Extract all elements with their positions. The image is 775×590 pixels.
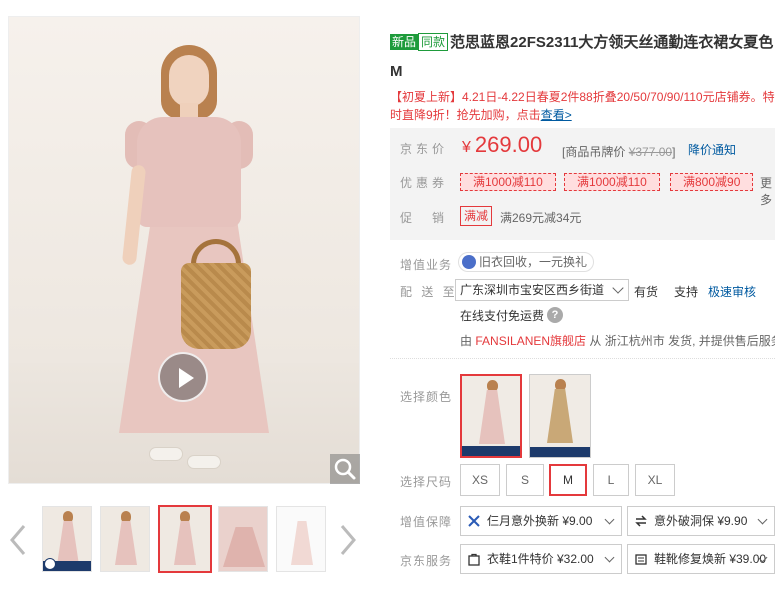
chevron-down-icon xyxy=(612,282,624,294)
guarantee-option-2-text: 意外破洞保 ¥9.90 xyxy=(654,514,748,528)
address-text: 广东深圳市宝安区西乡街道 xyxy=(460,283,605,297)
shopping-bag-icon xyxy=(468,553,480,566)
tools-icon xyxy=(468,515,480,527)
main-product-image[interactable] xyxy=(8,16,360,484)
swap-icon xyxy=(635,515,647,527)
ref-price-prefix: [商品吊牌价 xyxy=(562,145,626,159)
recycle-icon xyxy=(462,255,476,269)
size-option-xs[interactable]: XS xyxy=(460,464,500,496)
ship-from-suffix: 从 浙江杭州市 发货, 并提供售后服务 xyxy=(589,334,775,348)
size-option-l[interactable]: L xyxy=(593,464,629,496)
model-face xyxy=(169,55,209,107)
size-option-xl[interactable]: XL xyxy=(635,464,675,496)
promo-text: 【初夏上新】4.21日-4.22日春夏2件88折叠20/50/70/90/110… xyxy=(390,90,775,104)
divider xyxy=(390,358,775,359)
promotion-label: 促 销 xyxy=(400,211,449,225)
guarantee-label: 增值保障 xyxy=(400,515,453,529)
jd-service-label: 京东服务 xyxy=(400,554,453,568)
jd-service-option-2-text: 鞋靴修复焕新 ¥39.00 xyxy=(654,552,767,566)
jd-service-option-1[interactable]: 衣鞋1件特价 ¥32.00 xyxy=(460,544,622,574)
play-icon[interactable] xyxy=(158,352,208,402)
ship-from-prefix: 由 xyxy=(460,334,473,348)
fast-review-link[interactable]: 极速审核 xyxy=(708,283,756,300)
free-shipping-text: 在线支付免运费 xyxy=(460,309,545,323)
promo-view-link[interactable]: 查看> xyxy=(541,108,572,122)
guarantee-option-1[interactable]: 仨月意外换新 ¥9.00 xyxy=(460,506,622,536)
promotion-text: 满269元减34元 xyxy=(500,211,582,225)
thumb-prev-arrow-icon[interactable] xyxy=(8,520,28,560)
shoe-repair-icon xyxy=(635,554,647,565)
thumb-next-arrow-icon[interactable] xyxy=(338,520,358,560)
product-title: 新品 同款 范思蓝恩22FS2311大方领天丝通勤连衣裙女夏色 M xyxy=(390,28,775,86)
magnifier-icon[interactable] xyxy=(330,454,360,484)
chevron-down-icon xyxy=(757,514,768,525)
size-option-m[interactable]: M xyxy=(549,464,587,496)
help-icon[interactable]: ? xyxy=(547,307,563,323)
guarantee-option-2[interactable]: 意外破洞保 ¥9.90 xyxy=(627,506,775,536)
thumbnail-5[interactable] xyxy=(276,506,326,572)
guarantee-option-1-text: 仨月意外换新 ¥9.00 xyxy=(487,514,593,528)
coupon-3[interactable]: 满800减90 xyxy=(670,173,754,191)
same-style-tag: 同款 xyxy=(418,33,449,51)
recycle-text: 旧衣回收，一元换礼 xyxy=(479,255,588,269)
thumbnail-strip xyxy=(42,505,332,574)
stock-status: 有货 xyxy=(634,285,659,299)
size-option-s[interactable]: S xyxy=(506,464,544,496)
jd-service-option-1-text: 衣鞋1件特价 ¥32.00 xyxy=(487,552,594,566)
color-option-pink[interactable] xyxy=(460,374,522,458)
price: ¥269.00 xyxy=(462,132,542,158)
delivery-label: 配 送 至 xyxy=(400,285,458,299)
value-service-label: 增值业务 xyxy=(400,258,453,272)
ship-from-line: 由 FANSILANEN旗舰店 从 浙江杭州市 发货, 并提供售后服务 xyxy=(460,332,775,349)
jd-service-option-2[interactable]: 鞋靴修复焕新 ¥39.00 xyxy=(627,544,775,574)
ref-price-value: ¥377.00 xyxy=(628,145,673,159)
coupon-1[interactable]: 满1000减110 xyxy=(460,173,556,191)
size-label: 选择尺码 xyxy=(400,475,453,489)
coupon-more-link[interactable]: 更多 xyxy=(760,174,775,208)
promotion-tag: 满减 xyxy=(460,206,493,226)
shop-link[interactable]: FANSILANEN旗舰店 xyxy=(475,334,586,348)
currency-symbol: ¥ xyxy=(462,139,471,156)
chevron-down-icon xyxy=(604,514,615,525)
price-notify-link[interactable]: 降价通知 xyxy=(688,141,736,158)
dress-bodice xyxy=(137,117,241,227)
chevron-down-icon xyxy=(604,552,615,563)
promo-line2-text: 时直降9折！抢先加购，点击 xyxy=(390,108,541,122)
thumbnail-4[interactable] xyxy=(218,506,268,572)
price-box: 京东价 ¥269.00 [商品吊牌价 ¥377.00] 降价通知 优惠券 满10… xyxy=(390,128,775,240)
ref-price-suffix: ] xyxy=(672,145,676,159)
promo-text-line2: 时直降9折！抢先加购，点击查看> xyxy=(390,106,775,124)
thumbnail-1[interactable] xyxy=(42,506,92,572)
coupon-2[interactable]: 满1000减110 xyxy=(564,173,660,191)
new-tag: 新品 xyxy=(390,34,419,50)
address-selector[interactable]: 广东深圳市宝安区西乡街道 xyxy=(455,279,629,301)
coupon-label: 优惠券 xyxy=(400,176,449,190)
thumbnail-3-active[interactable] xyxy=(158,505,212,573)
straw-basket xyxy=(181,263,251,349)
support-label: 支持 xyxy=(674,285,699,299)
color-label: 选择颜色 xyxy=(400,390,453,404)
shoe-right xyxy=(187,455,221,469)
price-label: 京东价 xyxy=(400,142,449,156)
color-option-khaki[interactable] xyxy=(529,374,591,458)
thumbnail-2[interactable] xyxy=(100,506,150,572)
reference-price: [商品吊牌价 ¥377.00] xyxy=(562,143,675,160)
price-value: 269.00 xyxy=(474,132,543,157)
recycle-service[interactable]: 旧衣回收，一元换礼 xyxy=(458,252,595,272)
shoe-left xyxy=(149,447,183,461)
